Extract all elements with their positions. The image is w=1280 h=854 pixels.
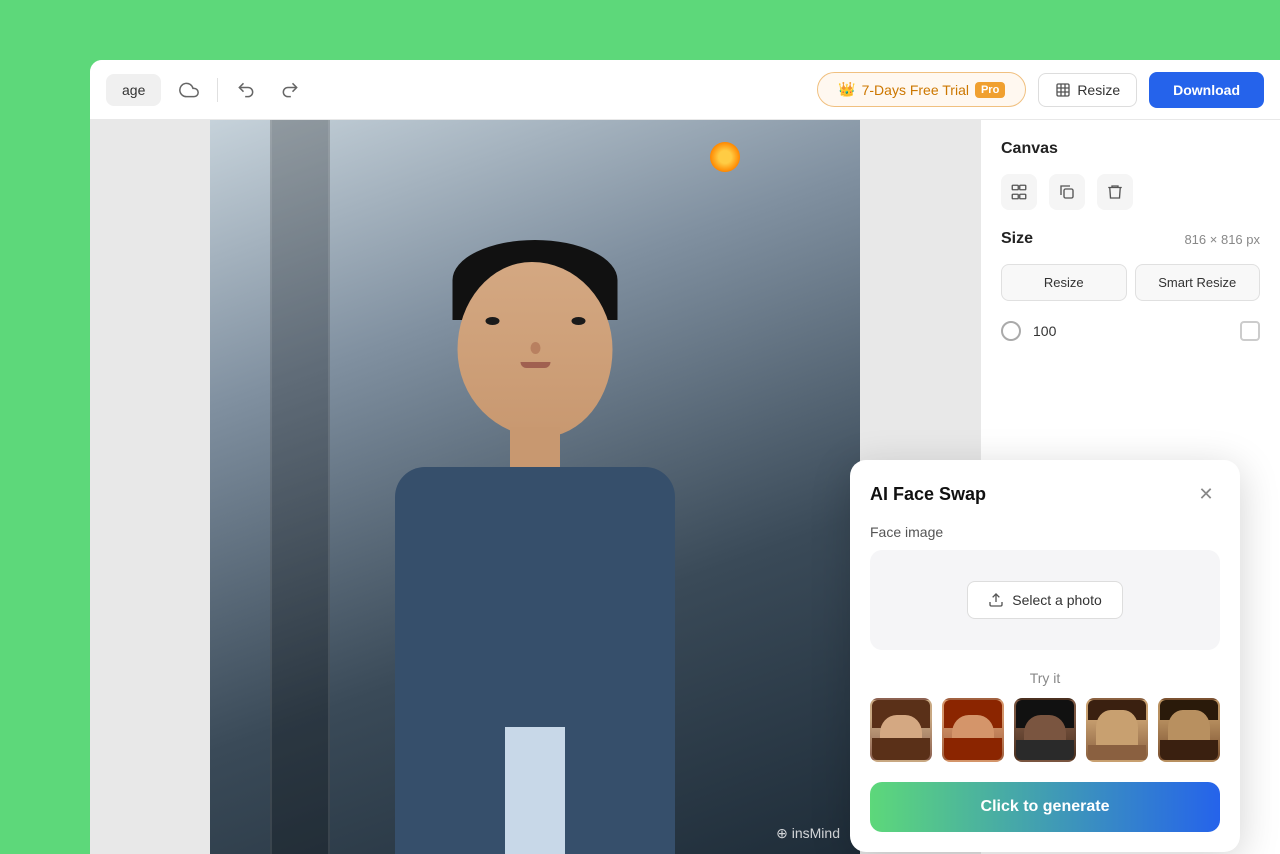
toolbar-right: 👑 7-Days Free Trial Pro Resize Download [817, 72, 1264, 108]
generate-button[interactable]: Click to generate [870, 782, 1220, 832]
canvas-section-title: Canvas [1001, 140, 1260, 158]
toolbar-left: age [106, 74, 805, 106]
resize-label: Resize [1077, 82, 1120, 98]
align-icon[interactable] [1001, 174, 1037, 210]
size-label: Size [1001, 230, 1033, 248]
opacity-icon [1001, 321, 1021, 341]
cloud-save-icon[interactable] [173, 74, 205, 106]
toolbar: age 👑 7-Days Free Trial [90, 60, 1280, 120]
checkbox[interactable] [1240, 321, 1260, 341]
trial-button[interactable]: 👑 7-Days Free Trial Pro [817, 72, 1026, 107]
try-it-label: Try it [870, 670, 1220, 686]
face-image-label: Face image [870, 524, 1220, 540]
modal-header: AI Face Swap ✕ [850, 460, 1240, 524]
canvas-actions [1001, 174, 1260, 210]
sample-faces-row [870, 698, 1220, 762]
person-face [458, 262, 613, 437]
modal-body: Face image Select a photo Try it [850, 524, 1240, 852]
smart-resize-option[interactable]: Smart Resize [1135, 264, 1261, 301]
eye-left [485, 317, 499, 325]
pro-badge: Pro [975, 82, 1005, 98]
canvas-bg: ⊕ insMind [210, 120, 860, 854]
select-photo-label: Select a photo [1012, 592, 1102, 608]
app-container: age 👑 7-Days Free Trial [90, 60, 1280, 854]
tab-image[interactable]: age [106, 74, 161, 106]
photo-upload-area[interactable]: Select a photo [870, 550, 1220, 650]
size-row: Size 816 × 816 px [1001, 230, 1260, 248]
watermark: ⊕ insMind [776, 825, 840, 842]
modal-close-button[interactable]: ✕ [1192, 480, 1220, 508]
resize-buttons: Resize Smart Resize [1001, 264, 1260, 301]
resize-toolbar-button[interactable]: Resize [1038, 73, 1137, 107]
modal-title: AI Face Swap [870, 484, 986, 505]
resize-icon [1055, 82, 1071, 98]
canvas-area[interactable]: ⊕ insMind [90, 120, 980, 854]
ai-face-swap-modal: AI Face Swap ✕ Face image Select a photo… [850, 460, 1240, 852]
delete-icon[interactable] [1097, 174, 1133, 210]
crown-icon: 👑 [838, 81, 855, 98]
eye-right [571, 317, 585, 325]
duplicate-icon[interactable] [1049, 174, 1085, 210]
person-mouth [520, 362, 550, 368]
resize-option[interactable]: Resize [1001, 264, 1127, 301]
sample-face-2[interactable] [942, 698, 1004, 762]
select-photo-button[interactable]: Select a photo [967, 581, 1123, 619]
person-nose [530, 342, 540, 354]
opacity-value: 100 [1033, 323, 1056, 339]
person-shirt [505, 727, 565, 854]
size-value: 816 × 816 px [1184, 232, 1260, 247]
person-eyes [485, 317, 585, 325]
person-image [345, 212, 725, 854]
upload-icon [988, 592, 1004, 608]
redo-button[interactable] [274, 74, 306, 106]
sample-face-5[interactable] [1158, 698, 1220, 762]
download-button[interactable]: Download [1149, 72, 1264, 108]
sample-face-4[interactable] [1086, 698, 1148, 762]
toolbar-divider [217, 78, 218, 102]
trial-label: 7-Days Free Trial [862, 82, 969, 98]
room-light [710, 142, 740, 172]
sample-face-3[interactable] [1014, 698, 1076, 762]
undo-button[interactable] [230, 74, 262, 106]
opacity-row: 100 [1001, 321, 1260, 341]
person-suit [395, 467, 675, 854]
room-panel [270, 120, 330, 854]
sample-face-1[interactable] [870, 698, 932, 762]
